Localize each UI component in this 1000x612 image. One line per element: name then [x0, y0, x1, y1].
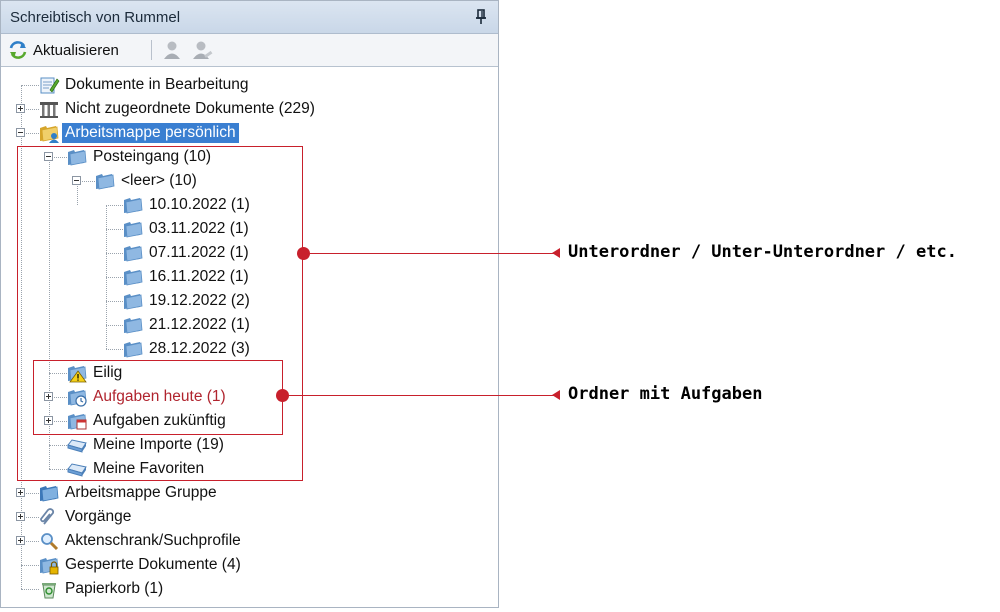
- expand-toggle-icon[interactable]: [16, 512, 25, 521]
- search-icon: [37, 530, 61, 552]
- subfolder-callout-text: Unterordner / Unter-Unterordner / etc.: [568, 242, 957, 262]
- refresh-icon: [9, 41, 27, 59]
- expand-toggle-icon[interactable]: [16, 488, 25, 497]
- tree-item-label: Papierkorb (1): [65, 580, 164, 597]
- panel-toolbar: Aktualisieren: [1, 34, 498, 67]
- task-callout-line: [289, 395, 555, 396]
- recycle-bin-icon: [37, 578, 61, 600]
- refresh-button[interactable]: Aktualisieren: [4, 37, 122, 63]
- tree-item-label: Arbeitsmappe Gruppe: [65, 484, 217, 501]
- expand-toggle-icon[interactable]: [16, 536, 25, 545]
- group-folder-icon: [37, 482, 61, 504]
- tree-item[interactable]: Arbeitsmappe persönlich: [37, 122, 239, 144]
- subfolder-callout-arrow: [552, 248, 560, 258]
- tree-item-label: Gesperrte Dokumente (4): [65, 556, 241, 573]
- tree-item[interactable]: Nicht zugeordnete Dokumente (229): [37, 98, 318, 120]
- tree-item[interactable]: Gesperrte Dokumente (4): [37, 554, 244, 576]
- tree-item-label: Arbeitsmappe persönlich: [62, 123, 239, 143]
- tree-item[interactable]: Papierkorb (1): [37, 578, 166, 600]
- tree-item[interactable]: Vorgänge: [37, 506, 134, 528]
- expand-toggle-icon[interactable]: [16, 104, 25, 113]
- document-edit-icon: [37, 74, 61, 96]
- personal-folder-icon: [37, 122, 61, 144]
- user-edit-icon[interactable]: [191, 39, 213, 61]
- tree-item-label: Nicht zugeordnete Dokumente (229): [65, 100, 315, 117]
- task-callout-arrow: [552, 390, 560, 400]
- panel-titlebar: Schreibtisch von Rummel: [1, 1, 498, 34]
- locked-folder-icon: [37, 554, 61, 576]
- tree-item[interactable]: Arbeitsmappe Gruppe: [37, 482, 220, 504]
- user-icon[interactable]: [161, 39, 183, 61]
- collapse-toggle-icon[interactable]: [16, 128, 25, 137]
- pin-icon[interactable]: [474, 8, 488, 26]
- subfolder-callout-line: [310, 253, 555, 254]
- tree-item[interactable]: Aktenschrank/Suchprofile: [37, 530, 244, 552]
- tree-item[interactable]: Dokumente in Bearbeitung: [37, 74, 252, 96]
- task-folder-highlight-box: [33, 360, 283, 435]
- tree-item-label: Aktenschrank/Suchprofile: [65, 532, 241, 549]
- task-callout-dot: [276, 389, 289, 402]
- tree-item-label: Dokumente in Bearbeitung: [65, 76, 249, 93]
- tree-item-label: Vorgänge: [65, 508, 132, 525]
- refresh-label: Aktualisieren: [33, 41, 119, 59]
- toolbar-separator: [151, 40, 152, 60]
- subfolder-callout-dot: [297, 247, 310, 260]
- task-callout-text: Ordner mit Aufgaben: [568, 384, 763, 404]
- archive-columns-icon: [37, 98, 61, 120]
- panel-title: Schreibtisch von Rummel: [10, 9, 181, 26]
- paperclip-icon: [37, 506, 61, 528]
